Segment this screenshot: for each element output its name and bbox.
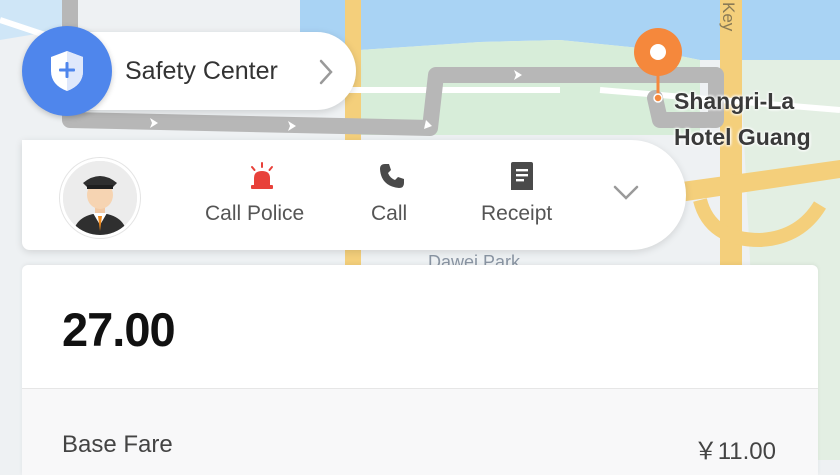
destination-label-line1: Shangri-La bbox=[674, 88, 795, 114]
call-button[interactable]: Call bbox=[352, 140, 432, 250]
receipt-button[interactable]: Receipt bbox=[472, 140, 572, 250]
chevron-right-icon[interactable] bbox=[318, 58, 334, 86]
call-police-button[interactable]: Call Police bbox=[202, 140, 322, 250]
destination-label-line2: Hotel Guang bbox=[674, 124, 811, 150]
base-fare-label: Base Fare bbox=[62, 431, 173, 458]
fare-card: 27.00 Base Fare ￥11.00 bbox=[22, 265, 818, 475]
fare-breakdown: Base Fare ￥11.00 bbox=[22, 389, 818, 475]
base-fare-value: ￥11.00 bbox=[693, 438, 776, 465]
safety-center-label[interactable]: Safety Center bbox=[125, 57, 278, 86]
phone-icon bbox=[380, 164, 404, 188]
chevron-down-icon[interactable] bbox=[612, 184, 640, 202]
siren-icon bbox=[251, 162, 273, 189]
call-label: Call bbox=[371, 202, 408, 225]
driver-avatar[interactable] bbox=[60, 158, 140, 238]
receipt-icon bbox=[511, 162, 533, 190]
road-label: Key bbox=[719, 2, 738, 32]
receipt-label: Receipt bbox=[481, 202, 553, 225]
shield-plus-icon[interactable] bbox=[22, 26, 112, 116]
driver-card: Call Police Call Receipt bbox=[22, 140, 686, 250]
fare-total: 27.00 bbox=[62, 303, 176, 356]
call-police-label: Call Police bbox=[205, 202, 305, 225]
